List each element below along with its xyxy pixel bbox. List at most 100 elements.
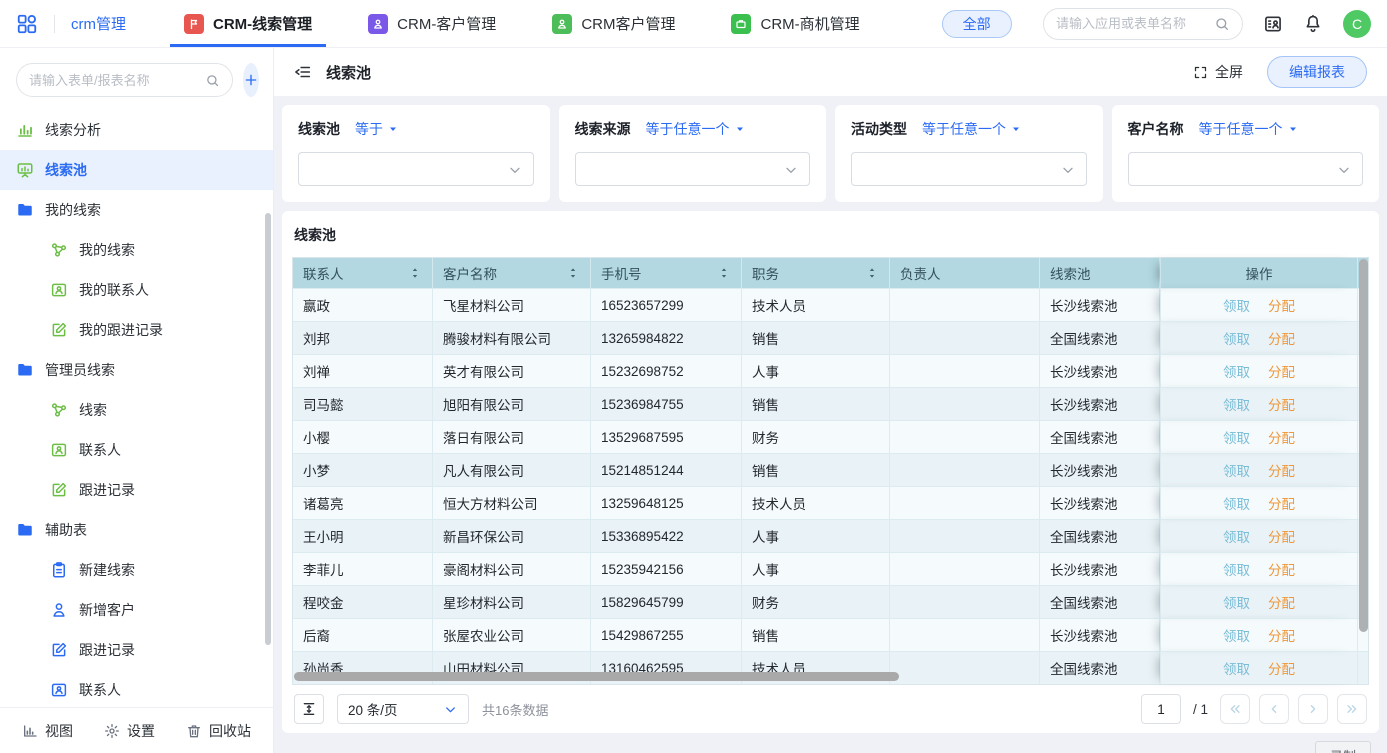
record-button[interactable]: 录制 — [1315, 741, 1371, 753]
all-apps-button[interactable]: 全部 — [942, 10, 1012, 38]
filter-value-select[interactable] — [575, 152, 811, 186]
column-header-联系人[interactable]: 联系人 — [293, 258, 433, 288]
sidebar-item-辅助表[interactable]: 辅助表 — [0, 510, 273, 550]
filter-condition-dropdown[interactable]: 等于 — [355, 119, 399, 139]
sort-icon[interactable] — [717, 266, 731, 280]
tab-CRM客户管理[interactable]: CRM客户管理 — [538, 0, 689, 47]
filter-value-select[interactable] — [298, 152, 534, 186]
sidebar-item-我的线索[interactable]: 我的线索 — [0, 230, 273, 270]
table-row: 后裔张屋农业公司15429867255销售长沙线索池 领取 分配 — [293, 618, 1368, 651]
page-size-select[interactable]: 20 条/页 — [337, 694, 469, 724]
prev-page-button[interactable] — [1259, 694, 1289, 724]
dleft-chevron-icon — [1227, 701, 1243, 717]
sort-icon[interactable] — [566, 266, 580, 280]
sidebar-footer-回收站[interactable]: 回收站 — [186, 721, 251, 741]
sidebar-item-联系人[interactable]: 联系人 — [0, 670, 273, 707]
filter-condition-dropdown[interactable]: 等于任意一个 — [922, 119, 1022, 139]
fullscreen-button[interactable]: 全屏 — [1193, 62, 1243, 82]
claim-link[interactable]: 领取 — [1223, 394, 1250, 414]
assign-link[interactable]: 分配 — [1268, 361, 1295, 381]
page-input[interactable] — [1141, 694, 1181, 724]
sidebar-item-我的跟进记录[interactable]: 我的跟进记录 — [0, 310, 273, 350]
sidebar-footer-设置[interactable]: 设置 — [104, 721, 155, 741]
sidebar-item-跟进记录[interactable]: 跟进记录 — [0, 630, 273, 670]
column-header-职务[interactable]: 职务 — [742, 258, 890, 288]
search-icon[interactable] — [1214, 16, 1230, 32]
sort-icon[interactable] — [865, 266, 879, 280]
tab-CRM-客户管理[interactable]: CRM-客户管理 — [354, 0, 510, 47]
divider — [54, 15, 55, 33]
assign-link[interactable]: 分配 — [1268, 295, 1295, 315]
filter-condition-dropdown[interactable]: 等于任意一个 — [646, 119, 746, 139]
first-page-button[interactable] — [1220, 694, 1250, 724]
sidebar-item-联系人[interactable]: 联系人 — [0, 430, 273, 470]
topbar: crm管理 CRM-线索管理 CRM-客户管理 CRM客户管理 CRM-商机管理… — [0, 0, 1387, 48]
workspace-link[interactable]: crm管理 — [71, 13, 126, 34]
assign-link[interactable]: 分配 — [1268, 625, 1295, 645]
next-page-button[interactable] — [1298, 694, 1328, 724]
claim-link[interactable]: 领取 — [1223, 625, 1250, 645]
global-search-input[interactable] — [1056, 16, 1214, 31]
app-icon — [184, 14, 204, 34]
row-height-button[interactable] — [294, 694, 324, 724]
search-icon[interactable] — [205, 73, 220, 88]
claim-link[interactable]: 领取 — [1223, 526, 1250, 546]
claim-link[interactable]: 领取 — [1223, 658, 1250, 678]
sort-icon[interactable] — [408, 266, 422, 280]
claim-link[interactable]: 领取 — [1223, 295, 1250, 315]
apps-grid-icon[interactable] — [16, 13, 38, 35]
contacts-icon[interactable] — [1263, 14, 1283, 34]
cell: 15336895422 — [591, 519, 742, 552]
bell-icon[interactable] — [1303, 14, 1323, 34]
sidebar-item-label: 联系人 — [79, 440, 121, 460]
column-header-客户名称[interactable]: 客户名称 — [433, 258, 591, 288]
cell: 嬴政 — [293, 288, 433, 321]
claim-link[interactable]: 领取 — [1223, 493, 1250, 513]
assign-link[interactable]: 分配 — [1268, 460, 1295, 480]
assign-link[interactable]: 分配 — [1268, 658, 1295, 678]
filter-condition-dropdown[interactable]: 等于任意一个 — [1199, 119, 1299, 139]
sidebar-item-新增客户[interactable]: 新增客户 — [0, 590, 273, 630]
assign-link[interactable]: 分配 — [1268, 559, 1295, 579]
sidebar-item-跟进记录[interactable]: 跟进记录 — [0, 470, 273, 510]
sidebar-search-input[interactable] — [29, 73, 205, 88]
sidebar-item-我的联系人[interactable]: 我的联系人 — [0, 270, 273, 310]
claim-link[interactable]: 领取 — [1223, 460, 1250, 480]
table-title: 线索池 — [292, 223, 1369, 257]
assign-link[interactable]: 分配 — [1268, 394, 1295, 414]
claim-link[interactable]: 领取 — [1223, 427, 1250, 447]
last-page-button[interactable] — [1337, 694, 1367, 724]
sidebar-item-label: 我的联系人 — [79, 280, 149, 300]
add-form-button[interactable] — [243, 63, 259, 97]
avatar[interactable]: C — [1343, 10, 1371, 38]
sidebar-item-线索分析[interactable]: 线索分析 — [0, 110, 273, 150]
sidebar-scrollbar[interactable] — [265, 213, 271, 645]
assign-link[interactable]: 分配 — [1268, 592, 1295, 612]
cell: 财务 — [742, 585, 890, 618]
collapse-icon[interactable] — [294, 63, 312, 81]
assign-link[interactable]: 分配 — [1268, 493, 1295, 513]
filter-value-select[interactable] — [1128, 152, 1364, 186]
assign-link[interactable]: 分配 — [1268, 427, 1295, 447]
horizontal-scrollbar-thumb[interactable] — [294, 672, 899, 681]
assign-link[interactable]: 分配 — [1268, 328, 1295, 348]
column-header-手机号[interactable]: 手机号 — [591, 258, 742, 288]
claim-link[interactable]: 领取 — [1223, 592, 1250, 612]
sidebar-item-label: 我的线索 — [79, 240, 135, 260]
tab-CRM-商机管理[interactable]: CRM-商机管理 — [717, 0, 873, 47]
sidebar-item-新建线索[interactable]: 新建线索 — [0, 550, 273, 590]
sidebar-item-线索[interactable]: 线索 — [0, 390, 273, 430]
claim-link[interactable]: 领取 — [1223, 328, 1250, 348]
claim-link[interactable]: 领取 — [1223, 361, 1250, 381]
vertical-scrollbar-thumb[interactable] — [1359, 259, 1368, 632]
sidebar-item-我的线索[interactable]: 我的线索 — [0, 190, 273, 230]
edit-report-button[interactable]: 编辑报表 — [1267, 56, 1367, 88]
sidebar-footer-视图[interactable]: 视图 — [22, 721, 73, 741]
sidebar-item-线索池[interactable]: 线索池 — [0, 150, 273, 190]
sidebar-item-管理员线索[interactable]: 管理员线索 — [0, 350, 273, 390]
claim-link[interactable]: 领取 — [1223, 559, 1250, 579]
filter-value-select[interactable] — [851, 152, 1087, 186]
assign-link[interactable]: 分配 — [1268, 526, 1295, 546]
tab-CRM-线索管理[interactable]: CRM-线索管理 — [170, 0, 326, 47]
table-row: 诸葛亮恒大方材料公司13259648125技术人员长沙线索池 领取 分配 — [293, 486, 1368, 519]
